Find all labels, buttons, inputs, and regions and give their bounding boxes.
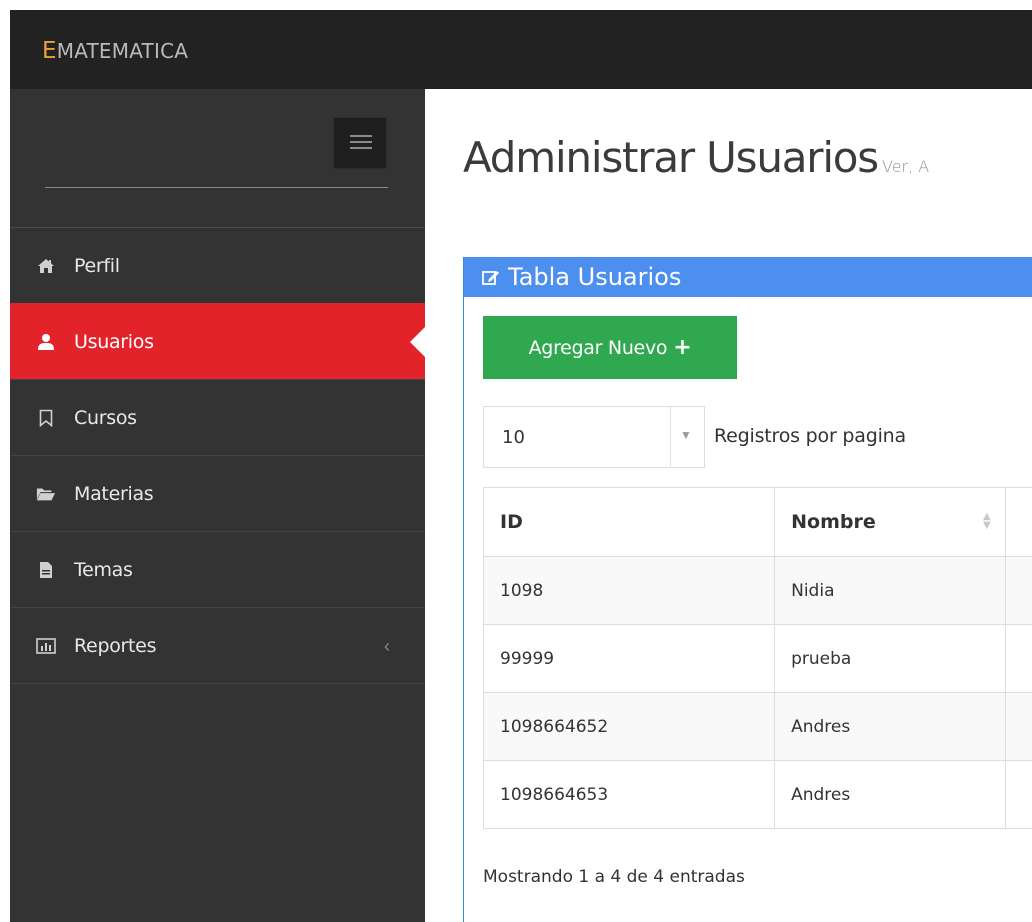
cell-id: 1098664653 <box>482 760 776 829</box>
sidebar-item-label: Usuarios <box>74 330 154 353</box>
folder-open-icon <box>36 484 56 504</box>
hamburger-icon-bar <box>350 147 372 149</box>
cell-id: 1098 <box>482 556 776 625</box>
cell-nombre: prueba <box>774 624 1006 693</box>
sidebar-item-label: Perfil <box>74 254 120 277</box>
sidebar-item-label: Temas <box>74 558 133 581</box>
table-info-text: Mostrando 1 a 4 de 4 entradas <box>483 867 745 887</box>
column-header-extra[interactable] <box>1004 487 1032 557</box>
bookmark-icon <box>36 408 56 428</box>
page-title-text: Administrar Usuarios <box>463 133 879 182</box>
cell-id: 99999 <box>482 624 776 693</box>
sidebar-toggle-button[interactable] <box>333 117 387 169</box>
hamburger-icon <box>350 135 372 137</box>
sidebar-item-usuarios[interactable]: Usuarios <box>10 303 425 379</box>
sidebar-item-reportes[interactable]: Reportes ‹ <box>10 607 425 683</box>
home-icon <box>36 256 56 276</box>
users-table: ID Nombre ▲ ▼ 1098 Nidia 99999 prueba 10… <box>482 487 1032 829</box>
cell-extra <box>1004 692 1032 761</box>
plus-icon: + <box>673 335 692 360</box>
users-panel: Tabla Usuarios Agregar Nuevo + 10 ▼ Regis… <box>463 257 1032 922</box>
sidebar-item-materias[interactable]: Materias <box>10 455 425 531</box>
sidebar-item-label: Materias <box>74 482 154 505</box>
table-row[interactable]: 99999 prueba <box>482 624 1032 693</box>
sidebar-divider <box>45 187 388 188</box>
add-new-button[interactable]: Agregar Nuevo + <box>483 316 737 379</box>
table-row[interactable]: 1098 Nidia <box>482 556 1032 625</box>
page-length-value: 10 <box>502 427 525 448</box>
chevron-left-icon[interactable]: ‹ <box>384 636 390 657</box>
select-divider <box>670 407 671 467</box>
page-length-label: Registros por pagina <box>714 425 906 447</box>
brand-name: MATEMATICA <box>56 39 189 63</box>
table-row[interactable]: 1098664652 Andres <box>482 692 1032 761</box>
page-length-select[interactable]: 10 ▼ <box>483 406 705 468</box>
sidebar-item-temas[interactable]: Temas <box>10 531 425 607</box>
page-subtitle: Ver, A <box>882 157 930 176</box>
edit-icon <box>482 269 500 285</box>
add-new-label: Agregar Nuevo <box>528 336 668 359</box>
cell-nombre: Nidia <box>774 556 1006 625</box>
sidebar-item-perfil[interactable]: Perfil <box>10 227 425 303</box>
bar-chart-icon <box>36 636 56 656</box>
column-header-label: Nombre <box>791 511 876 533</box>
panel-title: Tabla Usuarios <box>508 263 682 291</box>
sidebar-item-label: Reportes <box>74 634 157 657</box>
sidebar-menu: Perfil Usuarios Cursos Materias Temas Re… <box>10 227 425 684</box>
file-icon <box>36 560 56 580</box>
sidebar: Perfil Usuarios Cursos Materias Temas Re… <box>10 89 425 922</box>
top-navbar: EMATEMATICA <box>10 10 1032 89</box>
caret-down-icon: ▼ <box>680 428 692 442</box>
sidebar-item-cursos[interactable]: Cursos <box>10 379 425 455</box>
table-header-row: ID Nombre ▲ ▼ <box>482 487 1032 557</box>
cell-nombre: Andres <box>774 692 1006 761</box>
column-header-id[interactable]: ID <box>482 487 776 557</box>
sort-icon: ▲ ▼ <box>982 511 991 531</box>
column-header-nombre[interactable]: Nombre ▲ ▼ <box>774 487 1006 557</box>
cell-id: 1098664652 <box>482 692 776 761</box>
cell-extra <box>1004 624 1032 693</box>
main-content: Administrar Usuarios Ver, A Tabla Usuario… <box>425 89 1032 922</box>
table-row[interactable]: 1098664653 Andres <box>482 760 1032 829</box>
hamburger-icon-bar <box>350 141 372 143</box>
cell-extra <box>1004 556 1032 625</box>
page-title: Administrar Usuarios Ver, A <box>463 133 929 182</box>
sidebar-item-label: Cursos <box>74 406 137 429</box>
sidebar-menu-end <box>10 683 425 684</box>
brand-initial: E <box>42 38 57 64</box>
brand-logo[interactable]: EMATEMATICA <box>42 38 188 64</box>
user-icon <box>36 332 56 352</box>
cell-nombre: Andres <box>774 760 1006 829</box>
cell-extra <box>1004 760 1032 829</box>
panel-heading: Tabla Usuarios <box>464 257 1032 297</box>
